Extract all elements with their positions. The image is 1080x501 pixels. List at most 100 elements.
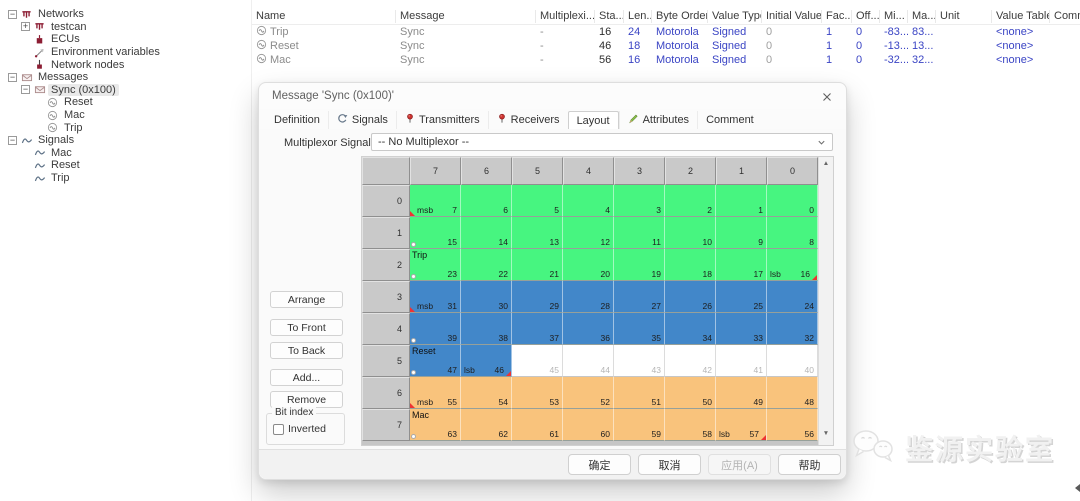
bit-cell-31[interactable]: msb31: [410, 281, 461, 313]
close-icon[interactable]: [821, 91, 833, 103]
bit-cell-36[interactable]: 36: [563, 313, 614, 345]
bit-cell-60[interactable]: 60: [563, 409, 614, 441]
column-header-len[interactable]: Len...: [624, 10, 652, 23]
bit-cell-52[interactable]: 52: [563, 377, 614, 409]
bit-cell-0[interactable]: 0: [767, 185, 818, 217]
bit-cell-63[interactable]: Mac63: [410, 409, 461, 441]
tree-item-mac[interactable]: Mac: [0, 109, 250, 122]
grid-row-header[interactable]: 7: [362, 409, 410, 441]
add-button[interactable]: Add...: [270, 369, 343, 386]
-button[interactable]: 取消: [638, 454, 701, 475]
bit-cell-33[interactable]: 33: [716, 313, 767, 345]
collapse-icon[interactable]: −: [8, 10, 21, 19]
table-row-reset[interactable]: ResetSync-4618MotorolaSigned010-13...13.…: [252, 39, 1080, 53]
table-row-trip[interactable]: TripSync-1624MotorolaSigned010-83...83..…: [252, 25, 1080, 39]
tree-item-network-nodes[interactable]: Network nodes: [0, 58, 250, 71]
tree-item-ecus[interactable]: ECUs: [0, 33, 250, 46]
grid-row-header[interactable]: 2: [362, 249, 410, 281]
bit-cell-56[interactable]: 56: [767, 409, 818, 441]
grid-row-header[interactable]: 6: [362, 377, 410, 409]
tab-attributes[interactable]: Attributes: [619, 111, 697, 129]
bit-cell-9[interactable]: 9: [716, 217, 767, 249]
bit-cell-37[interactable]: 37: [512, 313, 563, 345]
grid-column-header[interactable]: 7: [410, 157, 461, 185]
bit-cell-3[interactable]: 3: [614, 185, 665, 217]
bit-cell-23[interactable]: Trip23: [410, 249, 461, 281]
tree-item-sync-0x100[interactable]: −Sync (0x100): [0, 84, 250, 97]
column-header-unit[interactable]: Unit: [936, 10, 992, 23]
column-header-byte-order[interactable]: Byte Order: [652, 10, 708, 23]
tab-comment[interactable]: Comment: [697, 111, 762, 129]
bit-cell-8[interactable]: 8: [767, 217, 818, 249]
column-header-mi[interactable]: Mi...: [880, 10, 908, 23]
bit-cell-53[interactable]: 53: [512, 377, 563, 409]
bit-cell-28[interactable]: 28: [563, 281, 614, 313]
bit-cell-58[interactable]: 58: [665, 409, 716, 441]
scroll-down-icon[interactable]: ▼: [819, 430, 833, 437]
bit-cell-43[interactable]: 43: [614, 345, 665, 377]
tree-item-reset[interactable]: Reset: [0, 159, 250, 172]
bit-cell-4[interactable]: 4: [563, 185, 614, 217]
tree-item-testcan[interactable]: +testcan: [0, 21, 250, 34]
bit-cell-27[interactable]: 27: [614, 281, 665, 313]
column-header-comm[interactable]: Comm: [1050, 10, 1080, 23]
bit-cell-30[interactable]: 30: [461, 281, 512, 313]
bit-cell-50[interactable]: 50: [665, 377, 716, 409]
collapse-icon[interactable]: −: [21, 85, 34, 94]
bit-cell-49[interactable]: 49: [716, 377, 767, 409]
bit-cell-48[interactable]: 48: [767, 377, 818, 409]
bit-cell-59[interactable]: 59: [614, 409, 665, 441]
bit-cell-57[interactable]: lsb57: [716, 409, 767, 441]
bit-cell-22[interactable]: 22: [461, 249, 512, 281]
inverted-checkbox[interactable]: [273, 424, 284, 435]
bit-cell-32[interactable]: 32: [767, 313, 818, 345]
multiplexor-select[interactable]: -- No Multiplexor --: [371, 133, 833, 151]
bit-cell-54[interactable]: 54: [461, 377, 512, 409]
table-row-mac[interactable]: MacSync-5616MotorolaSigned010-32...32...…: [252, 53, 1080, 67]
bit-cell-17[interactable]: 17: [716, 249, 767, 281]
expand-icon[interactable]: +: [21, 22, 34, 31]
bit-cell-55[interactable]: msb55: [410, 377, 461, 409]
bit-cell-35[interactable]: 35: [614, 313, 665, 345]
bit-cell-11[interactable]: 11: [614, 217, 665, 249]
bit-cell-40[interactable]: 40: [767, 345, 818, 377]
column-header-value-type[interactable]: Value Type: [708, 10, 762, 23]
column-header-sta[interactable]: Sta...: [595, 10, 624, 23]
tree-item-mac[interactable]: Mac: [0, 147, 250, 160]
bit-cell-29[interactable]: 29: [512, 281, 563, 313]
grid-column-header[interactable]: 6: [461, 157, 512, 185]
bit-cell-5[interactable]: 5: [512, 185, 563, 217]
tree-item-reset[interactable]: Reset: [0, 96, 250, 109]
tree-item-environment-variables[interactable]: Environment variables: [0, 46, 250, 59]
grid-column-header[interactable]: 5: [512, 157, 563, 185]
grid-column-header[interactable]: 4: [563, 157, 614, 185]
grid-row-header[interactable]: 3: [362, 281, 410, 313]
grid-column-header[interactable]: 2: [665, 157, 716, 185]
bit-cell-25[interactable]: 25: [716, 281, 767, 313]
column-header-ma[interactable]: Ma...: [908, 10, 936, 23]
bit-cell-44[interactable]: 44: [563, 345, 614, 377]
column-header-name[interactable]: Name: [252, 10, 396, 23]
tree-item-messages[interactable]: −Messages: [0, 71, 250, 84]
bit-cell-6[interactable]: 6: [461, 185, 512, 217]
bit-cell-39[interactable]: 39: [410, 313, 461, 345]
bit-cell-12[interactable]: 12: [563, 217, 614, 249]
grid-row-header[interactable]: 4: [362, 313, 410, 345]
bit-cell-24[interactable]: 24: [767, 281, 818, 313]
bit-cell-14[interactable]: 14: [461, 217, 512, 249]
bit-cell-18[interactable]: 18: [665, 249, 716, 281]
grid-row-header[interactable]: 0: [362, 185, 410, 217]
tab-definition[interactable]: Definition: [266, 111, 328, 129]
tree-item-networks[interactable]: −Networks: [0, 8, 250, 21]
grid-row-header[interactable]: 5: [362, 345, 410, 377]
tab-layout[interactable]: Layout: [568, 111, 619, 130]
to-front-button[interactable]: To Front: [270, 319, 343, 336]
bit-cell-41[interactable]: 41: [716, 345, 767, 377]
bit-cell-47[interactable]: Reset47: [410, 345, 461, 377]
column-header-off[interactable]: Off...: [852, 10, 880, 23]
bit-cell-2[interactable]: 2: [665, 185, 716, 217]
bit-cell-1[interactable]: 1: [716, 185, 767, 217]
bit-cell-61[interactable]: 61: [512, 409, 563, 441]
column-header-multiplexi[interactable]: Multiplexi...: [536, 10, 595, 23]
bit-cell-16[interactable]: lsb16: [767, 249, 818, 281]
